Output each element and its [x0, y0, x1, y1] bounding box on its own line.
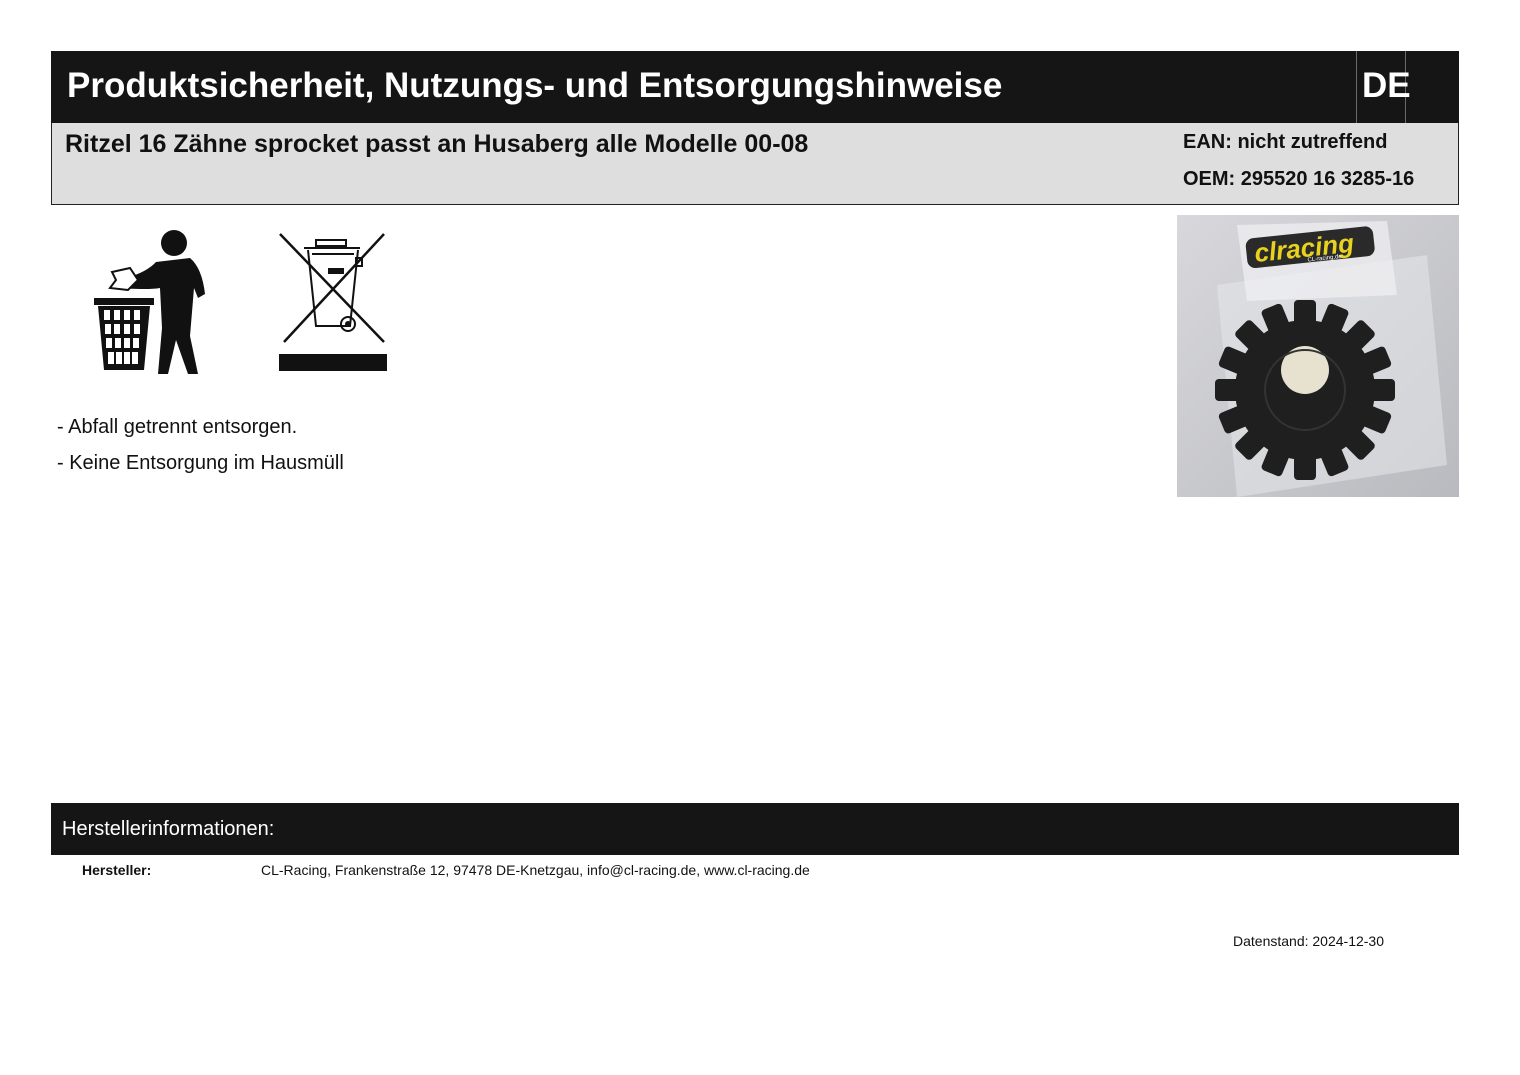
manufacturer-label: Hersteller: — [82, 862, 152, 878]
data-date-value: 2024-12-30 — [1312, 933, 1385, 949]
person-trash-bin-icon — [94, 230, 205, 374]
language-badge: DE — [1356, 51, 1411, 123]
oem-number: OEM: 295520 16 3285-16 — [1183, 168, 1415, 190]
data-date-label: Datenstand: — [1233, 933, 1309, 949]
disposal-notes: - Abfall getrennt entsorgen. - Keine Ent… — [57, 414, 344, 486]
sprocket-photo-image: clracing CL-racing.de — [1177, 215, 1459, 497]
crossed-out-wheelie-bin-icon — [279, 233, 387, 371]
page-title: Produktsicherheit, Nutzungs- und Entsorg… — [67, 66, 1003, 105]
disposal-note: - Abfall getrennt entsorgen. — [57, 416, 298, 438]
ean-number: EAN: nicht zutreffend — [1183, 131, 1388, 153]
manufacturer-section-title: Herstellerinformationen: — [62, 818, 275, 840]
product-info-bar: Ritzel 16 Zähne sprocket passt an Husabe… — [51, 123, 1459, 205]
manufacturer-section-bar: Herstellerinformationen: — [51, 803, 1459, 855]
language-code: DE — [1362, 66, 1411, 105]
page-header: Produktsicherheit, Nutzungs- und Entsorg… — [51, 51, 1459, 123]
product-photo: clracing CL-racing.de — [1177, 215, 1459, 497]
disposal-note: - Keine Entsorgung im Hausmüll — [57, 452, 344, 474]
product-title: Ritzel 16 Zähne sprocket passt an Husabe… — [65, 130, 809, 158]
data-date: Datenstand: 2024-12-30 — [1233, 933, 1384, 949]
manufacturer-value: CL-Racing, Frankenstraße 12, 97478 DE-Kn… — [261, 862, 810, 878]
